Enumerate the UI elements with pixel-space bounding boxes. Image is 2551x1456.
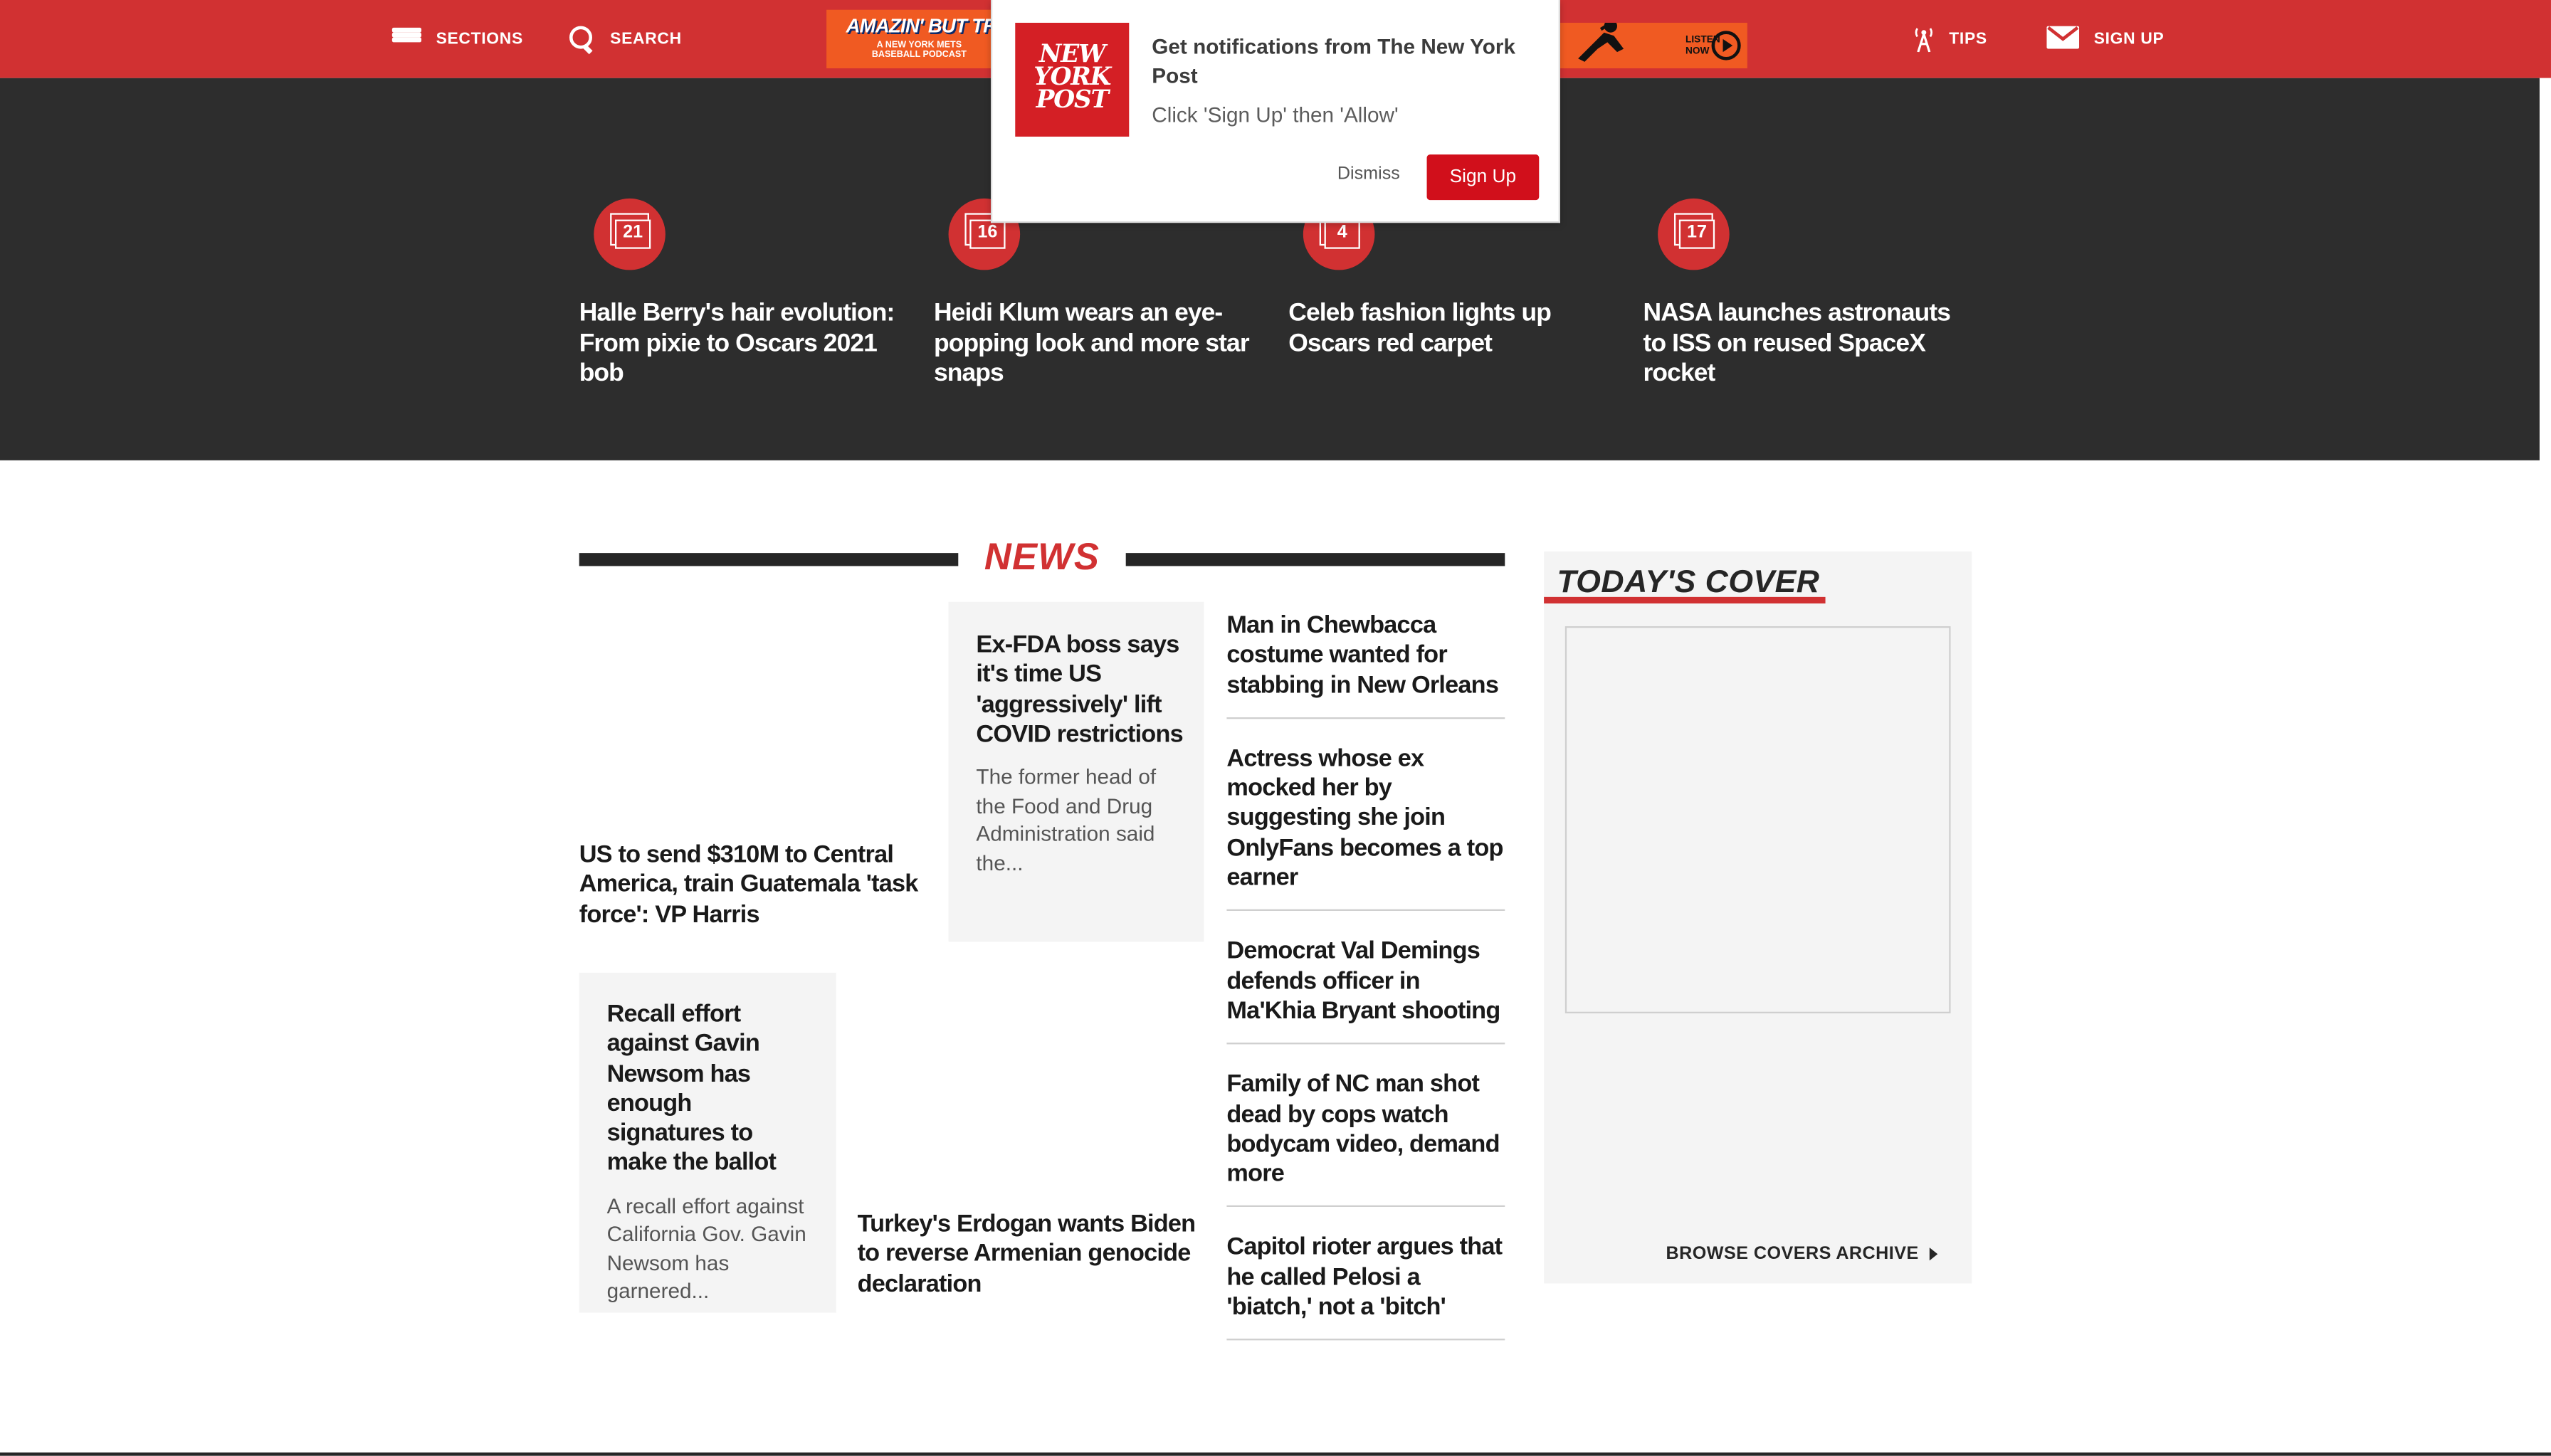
- prompt-text: Click 'Sign Up' then 'Allow': [1152, 102, 1399, 127]
- list-item[interactable]: Family of NC man shot dead by cops watch…: [1226, 1071, 1505, 1208]
- news-story[interactable]: US to send $310M to Central America, tra…: [579, 841, 929, 930]
- section-rule-left: [579, 553, 959, 566]
- headline-list: Man in Chewbacca costume wanted for stab…: [1226, 611, 1505, 1366]
- list-item[interactable]: Man in Chewbacca costume wanted for stab…: [1226, 611, 1505, 719]
- headline-link[interactable]: Man in Chewbacca costume wanted for stab…: [1226, 611, 1505, 700]
- sections-button[interactable]: SECTIONS: [391, 0, 523, 78]
- headline-link[interactable]: Capitol rioter argues that he called Pel…: [1226, 1234, 1505, 1323]
- notification-prompt: NEW YORK POST Get notifications from The…: [990, 0, 1560, 223]
- headline-link[interactable]: Democrat Val Demings defends officer in …: [1226, 937, 1505, 1026]
- podcast-ad-banner-right[interactable]: LISTEN NOW: [1558, 22, 1747, 68]
- gallery-count: 17: [1678, 219, 1715, 249]
- search-label: SEARCH: [610, 30, 682, 48]
- section-rule-right: [1125, 553, 1505, 566]
- story-excerpt: A recall effort against California Gov. …: [606, 1193, 806, 1304]
- tips-label: TIPS: [1949, 30, 1987, 48]
- list-item[interactable]: Capitol rioter argues that he called Pel…: [1226, 1234, 1505, 1341]
- antenna-icon: [1913, 26, 1935, 53]
- gallery-title[interactable]: Heidi Klum wears an eye-popping look and…: [934, 300, 1259, 390]
- scrollbar-gap: [2539, 78, 2551, 460]
- cover-heading: TODAY'S COVER: [1557, 564, 1820, 601]
- news-story[interactable]: Recall effort against Gavin Newsom has e…: [607, 1001, 816, 1306]
- search-icon: [569, 26, 596, 53]
- page: SECTIONS SEARCH AMAZIN' BUT TRU A NEW YO…: [0, 0, 2551, 1456]
- podcast-ad-banner-left[interactable]: AMAZIN' BUT TRU A NEW YORK METS BASEBALL…: [826, 9, 993, 68]
- gallery-count: 16: [969, 219, 1006, 249]
- gallery-photos-icon: 17: [1658, 198, 1730, 270]
- news-story[interactable]: Ex-FDA boss says it's time US 'aggressiv…: [976, 631, 1184, 877]
- list-item[interactable]: Democrat Val Demings defends officer in …: [1226, 937, 1505, 1045]
- prompt-title: Get notifications from The New York Post: [1152, 33, 1515, 88]
- chevron-right-icon: [1929, 1247, 1938, 1261]
- baseball-player-icon: [1578, 22, 1624, 62]
- story-title[interactable]: Ex-FDA boss says it's time US 'aggressiv…: [976, 631, 1184, 750]
- story-excerpt: The former head of the Food and Drug Adm…: [976, 764, 1157, 875]
- ad-title: AMAZIN' BUT TRU: [846, 14, 993, 38]
- sections-label: SECTIONS: [436, 30, 523, 48]
- tips-link[interactable]: TIPS: [1913, 0, 1987, 78]
- headline-link[interactable]: Actress whose ex mocked her by suggestin…: [1226, 745, 1505, 894]
- gallery-count: 21: [614, 219, 651, 249]
- list-item[interactable]: Actress whose ex mocked her by suggestin…: [1226, 745, 1505, 912]
- nypost-logo: NEW YORK POST: [1015, 22, 1130, 137]
- gallery-title[interactable]: NASA launches astronauts to ISS on reuse…: [1643, 300, 1969, 390]
- todays-cover-panel: TODAY'S COVER BROWSE COVERS ARCHIVE: [1544, 551, 1972, 1284]
- gallery-photos-icon: 21: [594, 198, 666, 270]
- news-section-heading[interactable]: NEWS: [958, 535, 1125, 579]
- play-icon: [1711, 31, 1741, 60]
- gallery-title[interactable]: Celeb fashion lights up Oscars red carpe…: [1288, 300, 1614, 360]
- gallery-title[interactable]: Halle Berry's hair evolution: From pixie…: [579, 300, 905, 390]
- gallery-count: 4: [1324, 219, 1360, 249]
- envelope-icon: [2046, 25, 2080, 53]
- headline-link[interactable]: Family of NC man shot dead by cops watch…: [1226, 1071, 1505, 1190]
- cover-image[interactable]: [1564, 626, 1951, 1013]
- story-title[interactable]: Recall effort against Gavin Newsom has e…: [607, 1001, 816, 1179]
- dismiss-button[interactable]: Dismiss: [1337, 164, 1400, 184]
- hamburger-icon: [391, 27, 421, 51]
- signup-link[interactable]: SIGN UP: [2046, 0, 2164, 78]
- signup-label: SIGN UP: [2093, 30, 2165, 48]
- prompt-signup-button[interactable]: Sign Up: [1426, 154, 1540, 201]
- listen-now-label: LISTEN NOW: [1685, 36, 1720, 56]
- search-button[interactable]: SEARCH: [569, 0, 682, 78]
- browse-covers-link[interactable]: BROWSE COVERS ARCHIVE: [1666, 1245, 1919, 1264]
- story-title[interactable]: Turkey's Erdogan wants Biden to reverse …: [858, 1210, 1203, 1299]
- story-title[interactable]: US to send $310M to Central America, tra…: [579, 841, 929, 930]
- news-story[interactable]: Turkey's Erdogan wants Biden to reverse …: [858, 1210, 1203, 1299]
- footer-divider: [0, 1452, 2551, 1456]
- ad-subtitle: A NEW YORK METS BASEBALL PODCAST: [871, 41, 967, 60]
